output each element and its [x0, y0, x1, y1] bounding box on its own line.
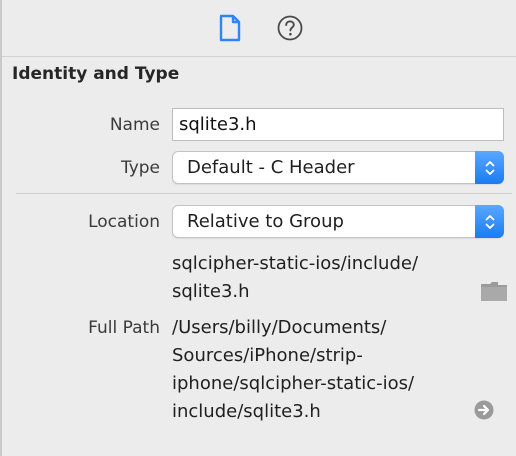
type-label: Type: [120, 158, 160, 178]
quick-help-icon[interactable]: [274, 12, 306, 44]
full-path-line: iphone/sqlcipher-static-ios/: [172, 373, 415, 394]
reveal-in-finder-icon[interactable]: [474, 400, 494, 420]
type-popup-value: Default - C Header: [187, 157, 355, 178]
location-path-line: sqlite3.h: [172, 281, 250, 302]
toolbar-divider: [2, 56, 516, 57]
type-popup-button[interactable]: Default - C Header: [172, 151, 504, 184]
name-label: Name: [109, 115, 160, 135]
popup-arrows-icon: [475, 205, 504, 238]
file-inspector-icon[interactable]: [214, 12, 246, 44]
location-label: Location: [88, 212, 160, 232]
full-path-line: include/sqlite3.h: [172, 401, 321, 422]
popup-arrows-icon: [475, 151, 504, 184]
full-path-line: /Users/billy/Documents/: [172, 317, 387, 338]
name-field[interactable]: [172, 108, 504, 141]
folder-icon[interactable]: [480, 280, 508, 302]
section-title: Identity and Type: [12, 64, 180, 84]
location-popup-button[interactable]: Relative to Group: [172, 205, 504, 238]
full-path-label: Full Path: [88, 318, 160, 338]
section-divider: [16, 193, 512, 194]
inspector-toolbar: [2, 0, 516, 56]
full-path-line: Sources/iPhone/strip-: [172, 345, 363, 366]
location-popup-value: Relative to Group: [187, 211, 344, 232]
location-path-line: sqlcipher-static-ios/include/: [172, 253, 419, 274]
